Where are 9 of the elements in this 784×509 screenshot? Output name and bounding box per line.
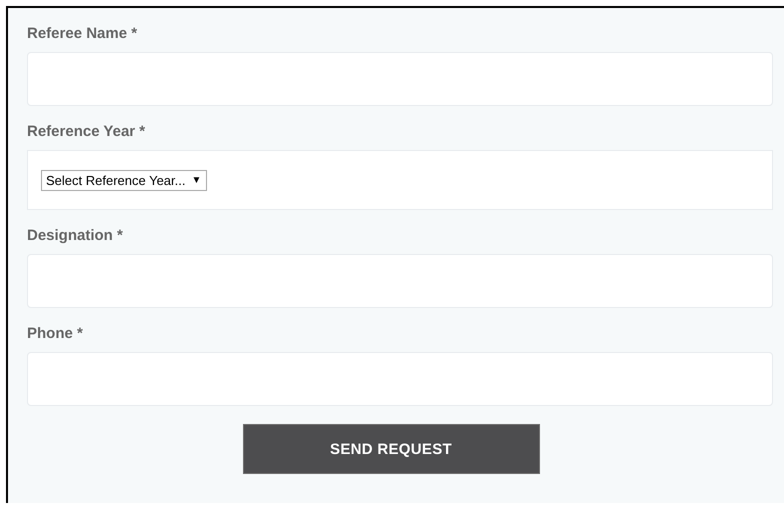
field-label: Designation * xyxy=(27,227,124,245)
field-label: Phone * xyxy=(27,325,84,343)
send-request-button[interactable]: SEND REQUEST xyxy=(242,424,540,474)
field-label: Referee Name * xyxy=(27,25,138,43)
input-field[interactable] xyxy=(27,52,773,106)
input-field[interactable] xyxy=(27,254,773,308)
field-label: Reference Year * xyxy=(27,123,146,141)
year-dropdown[interactable]: Select Reference Year... ▼ xyxy=(41,170,208,190)
input-field[interactable] xyxy=(27,352,773,406)
